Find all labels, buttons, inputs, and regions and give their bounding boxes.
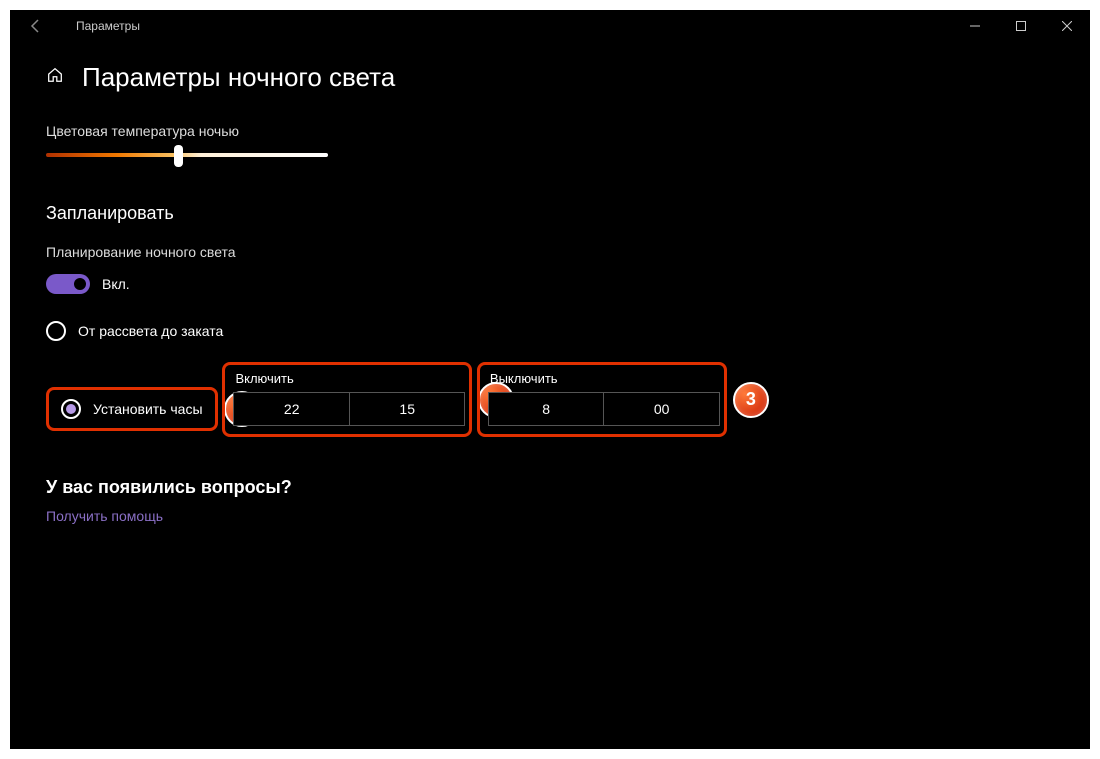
close-button[interactable] <box>1044 10 1090 42</box>
help-heading: У вас появились вопросы? <box>46 477 1054 498</box>
turn-on-hour[interactable]: 22 <box>234 393 350 425</box>
color-temp-slider[interactable] <box>46 153 328 157</box>
home-icon[interactable] <box>46 66 64 89</box>
highlight-turn-on: Включить 22 15 2 <box>222 362 472 437</box>
settings-window: Параметры Параметры ночного света Цветов… <box>10 10 1090 749</box>
window-controls <box>952 10 1090 42</box>
page-header: Параметры ночного света <box>46 62 1054 93</box>
minimize-button[interactable] <box>952 10 998 42</box>
schedule-toggle-row: Вкл. <box>46 274 1054 294</box>
slider-track <box>46 153 328 157</box>
radio-icon <box>61 399 81 419</box>
radio-set-hours[interactable]: Установить часы <box>61 398 203 420</box>
maximize-button[interactable] <box>998 10 1044 42</box>
turn-off-label: Выключить <box>488 371 716 386</box>
back-button[interactable] <box>20 10 52 42</box>
color-temp-label: Цветовая температура ночью <box>46 123 1054 139</box>
toggle-state-label: Вкл. <box>102 276 130 292</box>
turn-on-label: Включить <box>233 371 461 386</box>
toggle-knob <box>74 278 86 290</box>
schedule-toggle[interactable] <box>46 274 90 294</box>
help-link[interactable]: Получить помощь <box>46 508 1054 524</box>
turn-off-time-picker[interactable]: 8 00 <box>488 392 720 426</box>
turn-on-minute[interactable]: 15 <box>350 393 465 425</box>
content: Параметры ночного света Цветовая темпера… <box>10 42 1090 544</box>
turn-on-time-picker[interactable]: 22 15 <box>233 392 465 426</box>
slider-thumb[interactable] <box>174 145 183 167</box>
radio-sunrise-sunset[interactable]: От рассвета до заката <box>46 320 1054 342</box>
highlight-turn-off: Выключить 8 00 3 <box>477 362 727 437</box>
app-title: Параметры <box>76 19 140 33</box>
highlight-set-hours: Установить часы 1 <box>46 387 218 431</box>
radio-checked-icon <box>66 404 76 414</box>
radio-label: Установить часы <box>93 401 203 417</box>
schedule-toggle-label: Планирование ночного света <box>46 244 1054 260</box>
schedule-heading: Запланировать <box>46 203 1054 224</box>
titlebar: Параметры <box>10 10 1090 42</box>
page-title: Параметры ночного света <box>82 62 395 93</box>
turn-off-hour[interactable]: 8 <box>489 393 605 425</box>
turn-off-minute[interactable]: 00 <box>604 393 719 425</box>
annotation-badge-3: 3 <box>733 382 769 418</box>
radio-icon <box>46 321 66 341</box>
radio-label: От рассвета до заката <box>78 323 223 339</box>
